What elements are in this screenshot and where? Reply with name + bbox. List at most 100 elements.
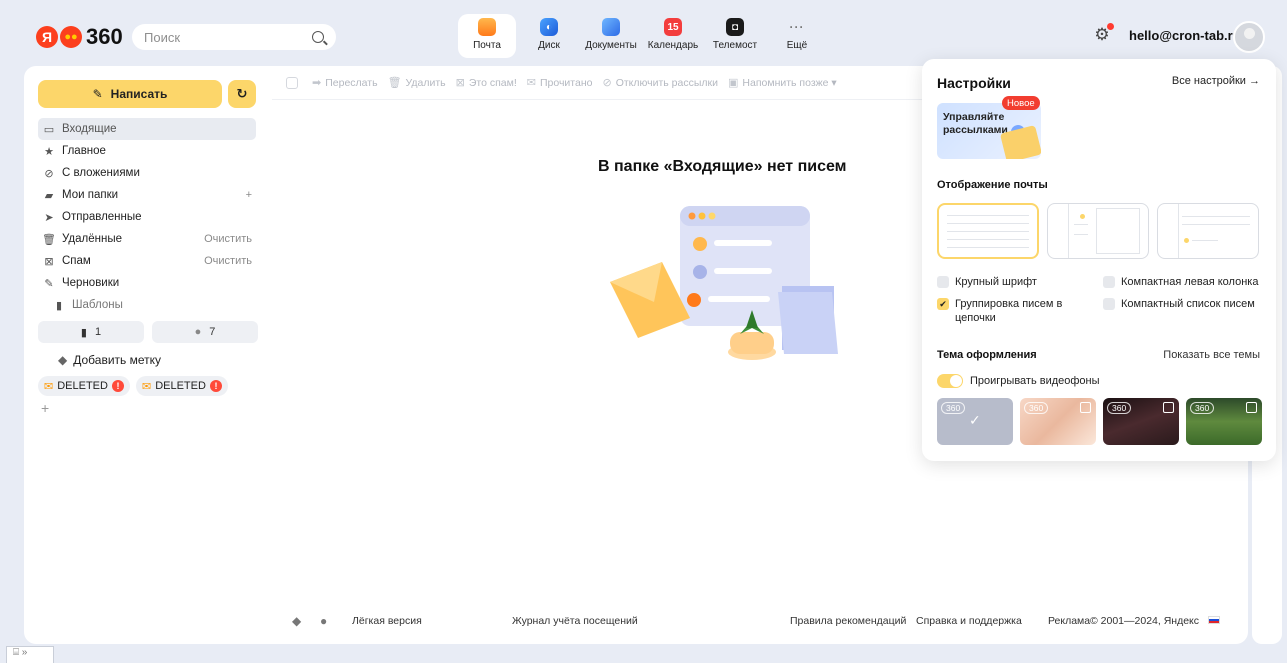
forward-button[interactable]: ➡ Переслать bbox=[312, 76, 378, 90]
theme-default[interactable]: 360 ✓ bbox=[937, 398, 1013, 445]
unsubscribe-icon: ⊘ bbox=[602, 77, 612, 89]
bookmark-icon: ▮ bbox=[80, 326, 87, 339]
visit-log-link[interactable]: Журнал учёта посещений bbox=[512, 615, 638, 627]
user-email[interactable]: hello@cron-tab.ru bbox=[1129, 28, 1241, 43]
forward-icon: ➡ bbox=[312, 77, 322, 89]
avatar[interactable] bbox=[1233, 21, 1265, 53]
refresh-icon: ↻ bbox=[236, 86, 248, 101]
theme-peach[interactable]: 360 bbox=[1020, 398, 1096, 445]
layout-option-list[interactable] bbox=[937, 203, 1039, 259]
spam-button[interactable]: ⊠ Это спам! bbox=[456, 76, 517, 90]
apple-icon[interactable]: ● bbox=[320, 614, 327, 628]
remind-later-button[interactable]: ▣ Напомнить позже ▾ bbox=[728, 76, 837, 90]
folder-list: ▭ Входящие ★ Главное ⊘ С вложениями ▰ Мо… bbox=[38, 118, 256, 316]
checkbox-unchecked bbox=[1103, 276, 1115, 288]
app-mail[interactable]: Почта bbox=[458, 14, 516, 58]
theme-title: Тема оформления bbox=[937, 349, 1037, 361]
bookmark-counter[interactable]: ▮ 1 bbox=[38, 321, 144, 343]
sidebar-item-inbox[interactable]: ▭ Входящие bbox=[38, 118, 256, 140]
sidebar-item-my-folders[interactable]: ▰ Мои папки + bbox=[38, 184, 256, 206]
all-settings-link[interactable]: Все настройки → bbox=[1172, 75, 1260, 87]
display-title: Отображение почты bbox=[937, 179, 1048, 191]
sidebar-item-deleted[interactable]: 🗑 Удалённые Очистить bbox=[38, 228, 256, 250]
check-icon: ✔ bbox=[937, 298, 949, 310]
video-icon bbox=[1080, 402, 1091, 413]
show-all-themes-link[interactable]: Показать все темы bbox=[1163, 349, 1260, 361]
delete-button[interactable]: 🗑 Удалить bbox=[388, 76, 446, 90]
sidebar-item-attachments[interactable]: ⊘ С вложениями bbox=[38, 162, 256, 184]
clear-deleted-button[interactable]: Очистить bbox=[204, 233, 252, 245]
refresh-button[interactable]: ↻ bbox=[228, 80, 256, 108]
video-icon bbox=[1163, 402, 1174, 413]
add-label-plus[interactable]: + bbox=[41, 400, 49, 416]
sidebar-item-important[interactable]: ★ Главное bbox=[38, 140, 256, 162]
large-font-checkbox[interactable]: Крупный шрифт bbox=[937, 275, 1103, 289]
theme-dark[interactable]: 360 bbox=[1103, 398, 1179, 445]
labels: ✉ DELETED ! ✉ DELETED ! bbox=[38, 376, 228, 396]
docs-icon bbox=[602, 18, 620, 36]
unsubscribe-button[interactable]: ⊘ Отключить рассылки bbox=[602, 76, 718, 90]
app-more[interactable]: ··· Ещё bbox=[768, 14, 826, 58]
app-telemost[interactable]: ◘ Телемост bbox=[706, 14, 764, 58]
threading-checkbox[interactable]: ✔ Группировка писем в цепочки bbox=[937, 297, 1103, 325]
support-link[interactable]: Справка и поддержка bbox=[916, 615, 1022, 627]
app-docs[interactable]: Документы bbox=[582, 14, 640, 58]
logo-text: 360 bbox=[86, 24, 123, 49]
add-label-button[interactable]: ◆ Добавить метку bbox=[58, 353, 161, 367]
app-calendar[interactable]: 15 Календарь bbox=[644, 14, 702, 58]
unread-counter[interactable]: ● 7 bbox=[152, 321, 258, 343]
compose-button[interactable]: ✎ Написать bbox=[38, 80, 222, 108]
ads-link[interactable]: Реклама bbox=[1048, 615, 1090, 627]
sidebar: ✎ Написать ↻ ▭ Входящие ★ Главное ⊘ С вл… bbox=[24, 66, 272, 644]
label-chip[interactable]: ✉ DELETED ! bbox=[38, 376, 130, 396]
template-icon: ▮ bbox=[55, 299, 63, 312]
status-bar: ⌸ » bbox=[0, 645, 1287, 663]
video-bg-toggle-row[interactable]: Проигрывать видеофоны bbox=[937, 374, 1100, 388]
mail-icon bbox=[478, 18, 496, 36]
video-bg-toggle[interactable] bbox=[937, 374, 963, 388]
warning-icon: ! bbox=[209, 380, 222, 392]
layout-option-two-pane[interactable] bbox=[1047, 203, 1149, 259]
empty-folder-title: В папке «Входящие» нет писем bbox=[598, 158, 847, 175]
yandex-360-logo[interactable]: Я ●● 360 bbox=[36, 24, 123, 50]
tag-icon: ◆ bbox=[58, 353, 68, 367]
layout-option-bottom-pane[interactable] bbox=[1157, 203, 1259, 259]
clear-spam-button[interactable]: Очистить bbox=[204, 255, 252, 267]
sidebar-item-templates[interactable]: ▮ Шаблоны bbox=[38, 294, 256, 316]
yandex-logo-icon: Я bbox=[36, 26, 58, 48]
sidebar-item-drafts[interactable]: ✎ Черновики bbox=[38, 272, 256, 294]
checkbox-unchecked bbox=[1103, 298, 1115, 310]
counters: ▮ 1 ● 7 bbox=[38, 321, 258, 343]
envelope-icon: ✉ bbox=[44, 380, 54, 393]
android-icon[interactable]: ◆ bbox=[292, 614, 301, 628]
empty-inbox-illustration bbox=[610, 206, 838, 360]
compact-left-checkbox[interactable]: Компактная левая колонка bbox=[1103, 275, 1258, 289]
app-switcher: Почта ◐ Диск Документы 15 Календарь ◘ Те… bbox=[458, 14, 826, 58]
layout-options bbox=[937, 203, 1259, 259]
theme-grass[interactable]: 360 bbox=[1186, 398, 1262, 445]
sidebar-item-spam[interactable]: ⊠ Спам Очистить bbox=[38, 250, 256, 272]
search-box[interactable] bbox=[132, 24, 336, 50]
settings-popover: Настройки Все настройки → Управляйте рас… bbox=[922, 59, 1276, 461]
search-input[interactable] bbox=[144, 29, 304, 45]
label-chip[interactable]: ✉ DELETED ! bbox=[135, 376, 228, 396]
mark-read-button[interactable]: ✉ Прочитано bbox=[527, 76, 593, 90]
new-badge: Новое bbox=[1002, 96, 1040, 110]
add-folder-button[interactable]: + bbox=[246, 189, 252, 201]
compact-list-checkbox[interactable]: Компактный список писем bbox=[1103, 297, 1255, 325]
more-icon: ··· bbox=[789, 20, 805, 34]
notification-dot bbox=[1107, 23, 1114, 30]
calendar-icon: 15 bbox=[664, 18, 682, 36]
paperclip-icon: ⊘ bbox=[44, 167, 54, 180]
trash-icon: 🗑 bbox=[42, 233, 56, 246]
russia-flag-icon[interactable] bbox=[1208, 616, 1220, 624]
sidebar-item-sent[interactable]: ➤ Отправленные bbox=[38, 206, 256, 228]
app-disk[interactable]: ◐ Диск bbox=[520, 14, 578, 58]
status-bar-tab[interactable]: ⌸ » bbox=[6, 646, 54, 663]
light-version-link[interactable]: Лёгкая версия bbox=[352, 615, 422, 627]
rules-link[interactable]: Правила рекомендаций bbox=[790, 615, 906, 627]
select-all-checkbox[interactable] bbox=[286, 76, 298, 89]
dot-icon: ● bbox=[194, 326, 202, 338]
search-icon[interactable] bbox=[312, 31, 324, 43]
newsletter-promo[interactable]: Управляйте рассылками bbox=[937, 103, 1041, 159]
